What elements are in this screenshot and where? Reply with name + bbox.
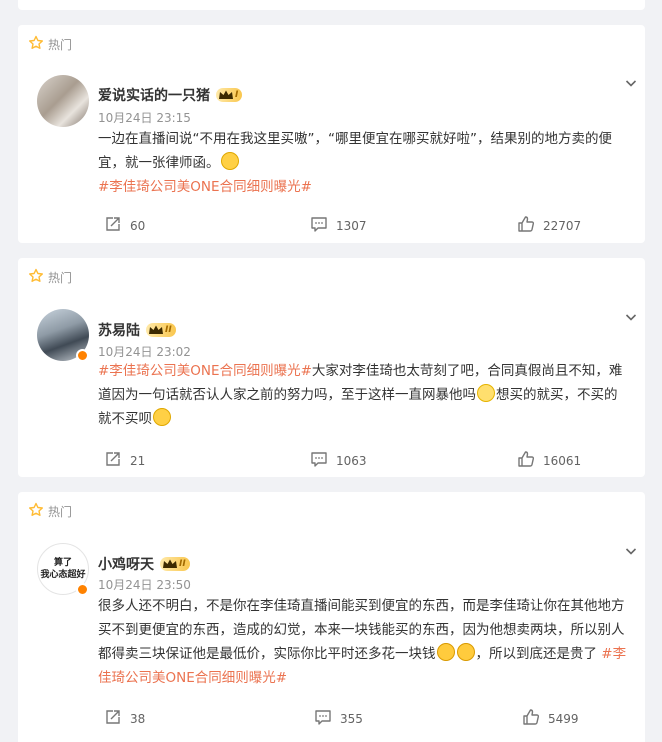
laughing-crying-emoji-icon (456, 643, 475, 661)
vip-level: II (165, 325, 172, 335)
timestamp: 10月24日 23:15 (98, 111, 191, 125)
vip-level: I (235, 90, 239, 100)
hot-tag: 热门 (28, 502, 72, 521)
like-button[interactable]: 16061 (517, 450, 581, 471)
crown-icon (149, 325, 163, 334)
comment-card: 热门 爱说实话的一只猪 I 10月24日 23:15 一边在直播间说“不用在我这… (18, 25, 645, 243)
hot-label: 热门 (48, 505, 73, 519)
post-text: 很多人还不明白，不是你在李佳琦直播间能买到便宜的东西，而是李佳琦让你在其他地方买… (98, 594, 630, 690)
post-text-content: 一边在直播间说“不用在我这里买嗷”，“哪里便宜在哪买就好啦”，结果别的地方卖的便… (98, 131, 612, 171)
post-text-content: ，所以到底还是贵了 (475, 646, 598, 662)
avatar[interactable] (37, 75, 89, 127)
like-button[interactable]: 22707 (517, 215, 581, 236)
like-button[interactable]: 5499 (522, 708, 579, 729)
chevron-down-icon[interactable] (625, 542, 637, 555)
thumbs-up-icon (522, 708, 540, 729)
timestamp: 10月24日 23:02 (98, 345, 191, 359)
avatar-text: 算了 (53, 558, 72, 568)
vip-badge: II (160, 557, 190, 571)
star-icon (28, 268, 44, 287)
verified-badge-icon (76, 349, 89, 362)
author-name[interactable]: 小鸡呀天 II (98, 554, 190, 574)
repost-icon (104, 450, 122, 471)
thumbs-up-icon (517, 450, 535, 471)
hot-label: 热门 (48, 271, 73, 285)
repost-count: 38 (130, 711, 146, 726)
hot-label: 热门 (48, 38, 73, 52)
comment-button[interactable]: 1063 (310, 450, 367, 471)
comment-count: 355 (340, 711, 363, 726)
comment-button[interactable]: 355 (314, 708, 363, 729)
action-bar: 60 1307 22707 (18, 215, 645, 237)
comment-icon (310, 450, 328, 471)
timestamp: 10月24日 23:50 (98, 578, 191, 592)
star-icon (28, 502, 44, 521)
author-name-text[interactable]: 苏易陆 (98, 320, 140, 340)
repost-icon (104, 215, 122, 236)
laughing-crying-emoji-icon (436, 643, 455, 661)
hot-tag: 热门 (28, 268, 72, 287)
like-count: 22707 (543, 218, 582, 233)
comment-button[interactable]: 1307 (310, 215, 367, 236)
topic-link[interactable]: #李佳琦公司美ONE合同细则曝光# (98, 179, 312, 195)
avatar-text: 我心态超好 (40, 570, 86, 580)
author-name[interactable]: 苏易陆 II (98, 320, 176, 340)
repost-count: 60 (130, 218, 146, 233)
star-icon (28, 35, 44, 54)
vip-badge: II (146, 323, 176, 337)
comment-card: 热门 算了 我心态超好 小鸡呀天 II 10月24日 23:50 很多人还不明白… (18, 492, 645, 742)
like-count: 5499 (548, 711, 579, 726)
author-name-text[interactable]: 小鸡呀天 (98, 554, 154, 574)
comment-card: 热门 苏易陆 II 10月24日 23:02 #李佳琦公司美ONE合同细则曝光#… (18, 258, 645, 477)
repost-icon (104, 708, 122, 729)
repost-button[interactable]: 38 (104, 708, 145, 729)
repost-count: 21 (130, 453, 146, 468)
chevron-down-icon[interactable] (625, 74, 637, 87)
action-bar: 21 1063 16061 (18, 450, 645, 472)
comment-count: 1063 (336, 453, 367, 468)
comment-count: 1307 (336, 218, 367, 233)
post-text: 一边在直播间说“不用在我这里买嗷”，“哪里便宜在哪买就好啦”，结果别的地方卖的便… (98, 127, 630, 199)
hot-tag: 热门 (28, 35, 72, 54)
verified-badge-icon (76, 583, 89, 596)
repost-button[interactable]: 21 (104, 450, 145, 471)
vip-badge: I (216, 88, 243, 102)
like-count: 16061 (543, 453, 582, 468)
previous-card-edge (18, 0, 645, 10)
comment-icon (314, 708, 332, 729)
repost-button[interactable]: 60 (104, 215, 145, 236)
hug-emoji-icon (153, 408, 171, 426)
author-name-text[interactable]: 爱说实话的一只猪 (98, 85, 210, 105)
thumbs-up-icon (517, 215, 535, 236)
hug-emoji-icon (220, 152, 239, 170)
comment-icon (310, 215, 328, 236)
author-name[interactable]: 爱说实话的一只猪 I (98, 85, 243, 105)
chevron-down-icon[interactable] (625, 308, 637, 321)
action-bar: 38 355 5499 (18, 708, 645, 730)
crying-emoji-icon (477, 384, 495, 402)
crown-icon (219, 90, 233, 99)
crown-icon (163, 559, 177, 568)
vip-level: II (179, 559, 186, 569)
topic-link[interactable]: #李佳琦公司美ONE合同细则曝光# (98, 363, 312, 379)
post-text: #李佳琦公司美ONE合同细则曝光#大家对李佳琦也太苛刻了吧，合同真假尚且不知，难… (98, 359, 630, 431)
